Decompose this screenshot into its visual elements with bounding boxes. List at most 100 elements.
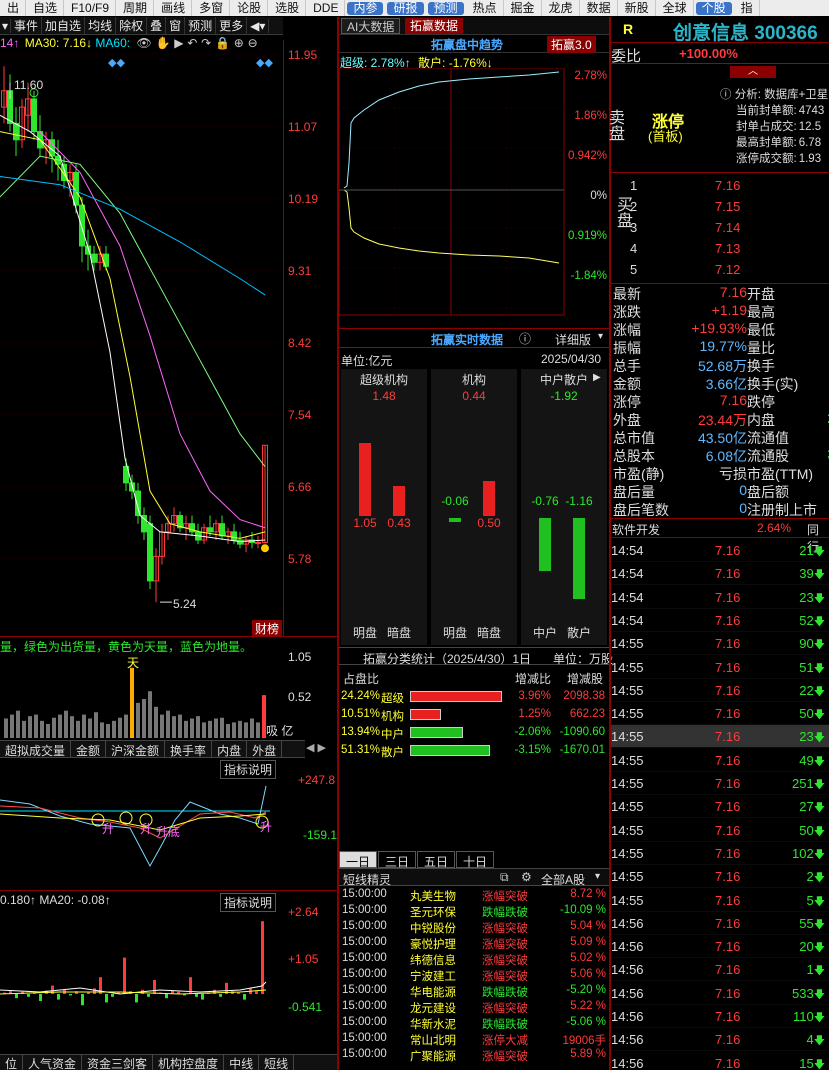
menu-item-11[interactable]: 预测 <box>427 1 464 15</box>
quote-right-label: 换手(实) <box>747 376 799 392</box>
quote-value: +1.19 <box>711 302 747 318</box>
menu-item-18[interactable]: 个股 <box>695 1 732 15</box>
bid-level[interactable]: 2 7.15 <box>611 198 829 218</box>
tick-price: 7.16 <box>715 729 741 745</box>
arrow-down-icon: 🡇 <box>813 684 825 698</box>
arrow-down-icon: 🡇 <box>813 708 825 722</box>
tick-time: 14:55 <box>611 776 644 791</box>
tick-volume: 27🡇 <box>799 799 825 818</box>
tick-time: 14:54 <box>611 543 644 558</box>
menu-item-3[interactable]: 周期 <box>116 0 155 16</box>
menu-item-14[interactable]: 龙虎 <box>542 0 580 16</box>
realtime-unit: 单位:亿元 <box>341 354 393 368</box>
export-icon[interactable]: ◀▾ <box>247 18 270 33</box>
toolbar-item-1[interactable]: 加自选 <box>42 17 86 34</box>
menu-item-19[interactable]: 指 <box>734 0 760 16</box>
tick-volume-value: 50 <box>799 706 814 722</box>
sector-row[interactable]: 软件开发 2.64% 同行 <box>611 519 829 554</box>
chevron-down-icon[interactable]: ▾ <box>598 331 603 342</box>
seal-info-value: 1.93 <box>798 153 822 165</box>
menu-item-13[interactable]: 掘金 <box>504 0 542 16</box>
tick-row: 14:55 7.16 5🡇 <box>611 889 829 912</box>
expand-right-icon[interactable]: ▶ <box>593 372 601 383</box>
quote-label: 盘后量 <box>613 484 655 500</box>
tick-price: 7.16 <box>715 869 741 885</box>
tick-volume: 20🡇 <box>799 939 825 958</box>
tick-price: 7.16 <box>715 892 741 908</box>
quote-value: 52.68万 <box>697 358 747 374</box>
tick-volume-value: 4 <box>806 1032 814 1048</box>
info-icon[interactable]: ⓘ <box>519 330 531 347</box>
menu-item-2[interactable]: F10/F9 <box>64 0 117 16</box>
quote-label: 最新 <box>613 286 641 302</box>
arrow-down-icon[interactable]: ▾ <box>0 18 12 33</box>
intraday-badge[interactable]: 拓赢3.0 <box>547 36 596 53</box>
menu-item-10[interactable]: 研报 <box>387 1 424 15</box>
menu-item-17[interactable]: 全球 <box>656 0 694 16</box>
tick-row: 14:55 7.16 49🡇 <box>611 749 829 772</box>
arrow-down-icon: 🡇 <box>813 917 825 931</box>
menu-item-15[interactable]: 数据 <box>580 0 618 16</box>
webi-row: 委比 +100.00% <box>611 44 829 65</box>
seal-info-value: 6.78 <box>798 137 822 149</box>
bid-level[interactable]: 1 7.16 <box>611 177 829 197</box>
tick-price: 7.16 <box>715 589 741 605</box>
tick-row: 14:55 7.16 251🡇 <box>611 772 829 795</box>
quote-value: 0 <box>739 500 747 516</box>
stock-name: 创意信息 300366 <box>673 23 818 44</box>
tick-volume: 15🡇 <box>799 1056 825 1070</box>
tab-tuoying-data[interactable]: 拓赢数据 <box>405 18 464 34</box>
intraday-axis-tick: -1.84% <box>570 270 607 282</box>
menu-item-7[interactable]: 选股 <box>268 0 307 16</box>
sell-label: 卖盘 <box>606 109 623 141</box>
tick-volume: 49🡇 <box>799 753 825 772</box>
group-name: 超级机构 <box>359 373 408 387</box>
menu-item-16[interactable]: 新股 <box>618 0 656 16</box>
seal-info-row: 最高封单额: 6.78 <box>736 134 821 150</box>
bid-level-number: 4 <box>630 241 638 256</box>
bid-level-number: 5 <box>630 262 638 277</box>
toolbar-item-7[interactable]: 更多 <box>216 17 248 34</box>
tick-volume: 110🡇 <box>793 1009 825 1028</box>
menu-item-0[interactable]: 出 <box>0 0 27 16</box>
toolbar-item-4[interactable]: 叠 <box>147 17 167 34</box>
tick-price: 7.16 <box>715 939 741 955</box>
tick-volume: 251🡇 <box>792 776 825 795</box>
candle-body <box>91 253 97 263</box>
menu-item-8[interactable]: DDE <box>306 0 346 16</box>
intraday-header: 拓赢盘中趋势 拓赢3.0 <box>339 35 609 53</box>
seal-info-key: 最高封单额: <box>736 137 797 149</box>
toolbar-item-0[interactable]: 事件 <box>11 17 43 34</box>
toolbar-item-2[interactable]: 均线 <box>85 17 117 34</box>
quote-row: 市盈(静) 亏损 市盈(TTM) <box>611 464 829 482</box>
bid-level[interactable]: 4 7.13 <box>611 240 829 260</box>
quote-row: 外盘23.44万内盘2 <box>611 410 829 428</box>
bid-levels: 1 7.16 2 7.15 3 7.14 4 7.13 5 7.12 <box>611 175 829 283</box>
menu-item-12[interactable]: 热点 <box>466 0 504 16</box>
toolbar-item-5[interactable]: 窗 <box>166 17 186 34</box>
tick-volume: 55🡇 <box>799 916 825 935</box>
tab-ai-data[interactable]: AI大数据 <box>341 18 401 34</box>
tick-row: 14:56 7.16 110🡇 <box>611 1005 829 1028</box>
price-axis-tick: 10.19 <box>288 192 319 206</box>
detail-dropdown[interactable]: 详细版 <box>555 331 591 348</box>
menu-item-1[interactable]: 自选 <box>26 0 65 16</box>
tick-row: 14:55 7.16 90🡇 <box>611 632 829 656</box>
toolbar-item-6[interactable]: 预测 <box>185 17 217 34</box>
bid-level[interactable]: 3 7.14 <box>611 219 829 239</box>
quote-label: 外盘 <box>613 412 641 428</box>
tick-row: 14:56 7.16 533🡇 <box>611 982 829 1005</box>
tick-price: 7.16 <box>715 659 741 675</box>
tick-volume-value: 50 <box>799 822 814 838</box>
menu-item-6[interactable]: 论股 <box>230 0 269 16</box>
price-axis-tick: 11.07 <box>288 120 318 134</box>
bid-level[interactable]: 5 7.12 <box>611 261 829 281</box>
tick-time: 14:55 <box>611 869 644 885</box>
collapse-icon[interactable]: ︿ <box>730 66 776 78</box>
tick-price: 7.16 <box>715 706 741 722</box>
toolbar-item-3[interactable]: 除权 <box>116 17 148 34</box>
menu-item-4[interactable]: 画线 <box>154 0 193 16</box>
group-total: 1.48 <box>372 389 396 403</box>
menu-item-9[interactable]: 内参 <box>347 1 384 15</box>
menu-item-5[interactable]: 多窗 <box>192 0 231 16</box>
